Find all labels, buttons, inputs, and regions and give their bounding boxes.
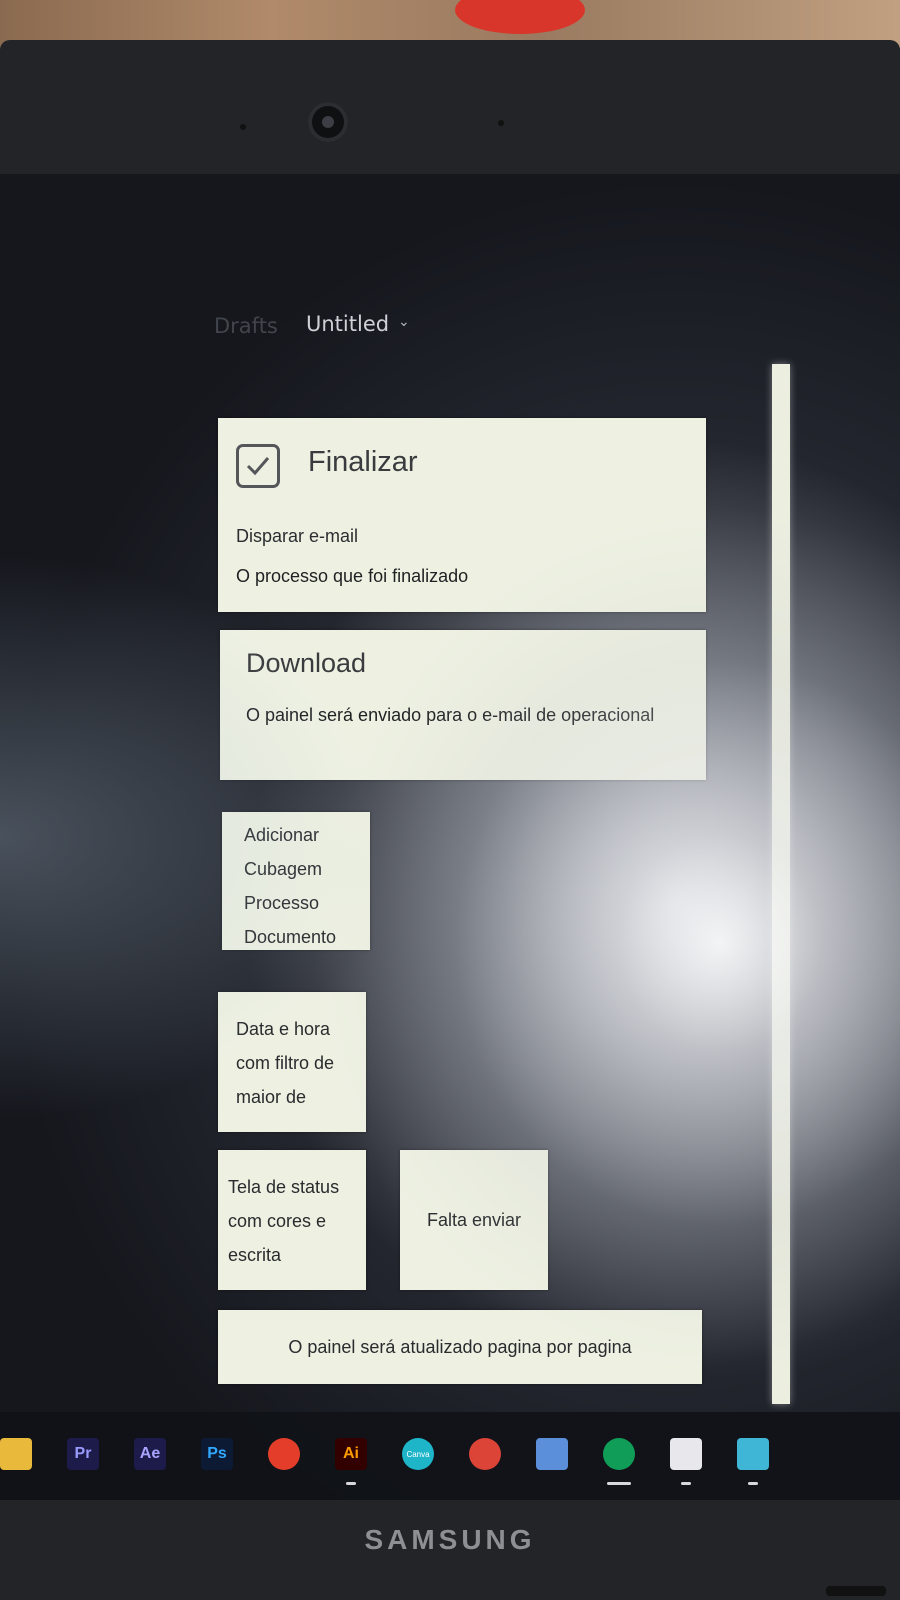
chrome-icon[interactable]: [603, 1438, 635, 1470]
checkbox-icon[interactable]: [236, 444, 280, 488]
canva-icon[interactable]: Canva: [402, 1438, 434, 1470]
card-text-block: Data e hora com filtro de maior de: [236, 1012, 334, 1114]
taskbar-running-indicator: [748, 1482, 758, 1485]
vertical-scrollbar[interactable]: [772, 364, 790, 1404]
card-line: com filtro de: [236, 1053, 335, 1073]
card-line: Processo: [244, 893, 320, 913]
card-title: Download: [246, 648, 367, 678]
card-line: maior de: [236, 1087, 307, 1107]
after-effects-icon[interactable]: Ae: [134, 1438, 166, 1470]
card-text-block: Adicionar Cubagem Processo Documento: [244, 818, 336, 954]
ccleaner-icon[interactable]: [268, 1438, 300, 1470]
card-title: Finalizar: [308, 446, 418, 478]
illustrator-icon[interactable]: Ai: [335, 1438, 367, 1470]
card-painel-atualizado[interactable]: O painel será atualizado pagina por pagi…: [218, 1310, 702, 1384]
screen-glare: [0, 174, 900, 1500]
card-text: O processo que foi finalizado: [236, 566, 469, 586]
card-download[interactable]: Download O painel será enviado para o e-…: [220, 630, 706, 780]
card-adicionar[interactable]: Adicionar Cubagem Processo Documento: [222, 812, 370, 950]
card-text: O painel será atualizado pagina por pagi…: [288, 1336, 632, 1357]
tab-untitled[interactable]: Untitled: [306, 312, 389, 336]
taskbar: Pr Ae Ps Ai Canva: [0, 1412, 900, 1500]
card-line: Data e hora: [236, 1019, 331, 1039]
chrome-profile-icon[interactable]: [469, 1438, 501, 1470]
card-line: escrita: [228, 1245, 282, 1265]
card-text-block: Tela de status com cores e escrita: [228, 1170, 339, 1272]
card-line: Cubagem: [244, 859, 323, 879]
card-tela-status[interactable]: Tela de status com cores e escrita: [218, 1150, 366, 1290]
document-app-icon[interactable]: [536, 1438, 568, 1470]
taskbar-running-indicator: [681, 1482, 691, 1485]
webcam-icon: [308, 102, 348, 142]
tab-drafts[interactable]: Drafts: [214, 314, 278, 338]
card-line: Documento: [244, 927, 337, 947]
card-text: Falta enviar: [426, 1209, 522, 1230]
card-line: Tela de status: [228, 1177, 340, 1197]
screen: Drafts Untitled ⌄ Finalizar Disparar e-m…: [0, 174, 900, 1500]
photoshop-icon[interactable]: Ps: [201, 1438, 233, 1470]
premiere-icon[interactable]: Pr: [67, 1438, 99, 1470]
laptop-brand-logo: SAMSUNG: [364, 1524, 536, 1555]
notepad-icon[interactable]: [737, 1438, 769, 1470]
card-data-hora[interactable]: Data e hora com filtro de maior de: [218, 992, 366, 1132]
card-finalizar[interactable]: Finalizar Disparar e-mail O processo que…: [218, 418, 706, 612]
taskbar-running-indicator: [607, 1482, 631, 1485]
card-text: Disparar e-mail: [236, 526, 359, 546]
sensor-dot: [240, 124, 246, 130]
card-text: O painel será enviado para o e-mail de o…: [246, 705, 655, 725]
card-falta-enviar[interactable]: Falta enviar: [400, 1150, 548, 1290]
card-line: Adicionar: [244, 825, 320, 845]
laptop-hinge: [826, 1586, 886, 1596]
chevron-down-icon[interactable]: ⌄: [398, 314, 410, 330]
laptop-bezel: Drafts Untitled ⌄ Finalizar Disparar e-m…: [0, 40, 900, 1600]
sensor-dot: [498, 120, 504, 126]
snipping-tool-icon[interactable]: [670, 1438, 702, 1470]
folder-icon[interactable]: [0, 1438, 32, 1470]
taskbar-running-indicator: [346, 1482, 356, 1485]
card-line: com cores e: [228, 1211, 327, 1231]
